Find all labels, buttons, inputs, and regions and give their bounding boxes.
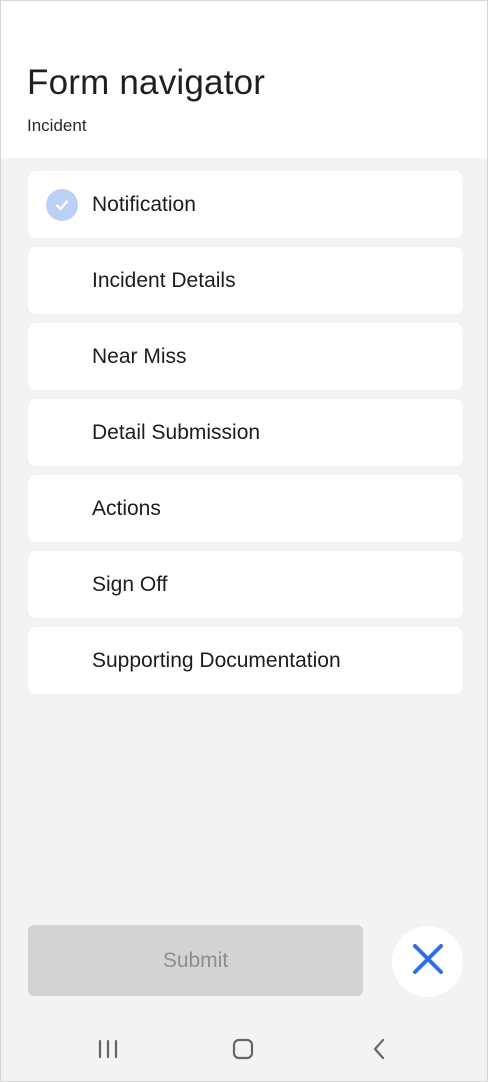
section-item-actions[interactable]: Actions — [28, 475, 463, 542]
section-item-near-miss[interactable]: Near Miss — [28, 323, 463, 390]
section-item-label: Near Miss — [92, 345, 187, 368]
section-item-sign-off[interactable]: Sign Off — [28, 551, 463, 618]
submit-button[interactable]: Submit — [28, 925, 363, 996]
page-title: Form navigator — [27, 63, 266, 102]
check-icon — [46, 189, 78, 221]
section-item-supporting-documentation[interactable]: Supporting Documentation — [28, 627, 463, 694]
section-item-label: Sign Off — [92, 573, 168, 596]
section-item-label: Incident Details — [92, 269, 236, 292]
recents-button[interactable] — [78, 1019, 138, 1081]
section-item-incident-details[interactable]: Incident Details — [28, 247, 463, 314]
home-button[interactable] — [213, 1019, 273, 1081]
home-icon — [232, 1038, 254, 1065]
page-subtitle: Incident — [27, 116, 87, 135]
system-navigation-bar — [1, 1019, 487, 1081]
section-item-notification[interactable]: Notification — [28, 171, 463, 238]
section-item-label: Supporting Documentation — [92, 649, 341, 672]
close-icon — [411, 942, 445, 981]
header: Form navigator Incident — [1, 1, 487, 158]
section-item-label: Notification — [92, 193, 196, 216]
section-item-label: Actions — [92, 497, 161, 520]
recents-icon — [97, 1039, 119, 1064]
back-button[interactable] — [349, 1019, 409, 1081]
section-list: Notification Incident Details Near Miss … — [28, 171, 463, 703]
section-item-label: Detail Submission — [92, 421, 261, 444]
back-icon — [371, 1038, 387, 1065]
close-button[interactable] — [392, 926, 463, 997]
section-item-detail-submission[interactable]: Detail Submission — [28, 399, 463, 466]
form-navigator-screen: Form navigator Incident Notification Inc… — [0, 0, 488, 1082]
